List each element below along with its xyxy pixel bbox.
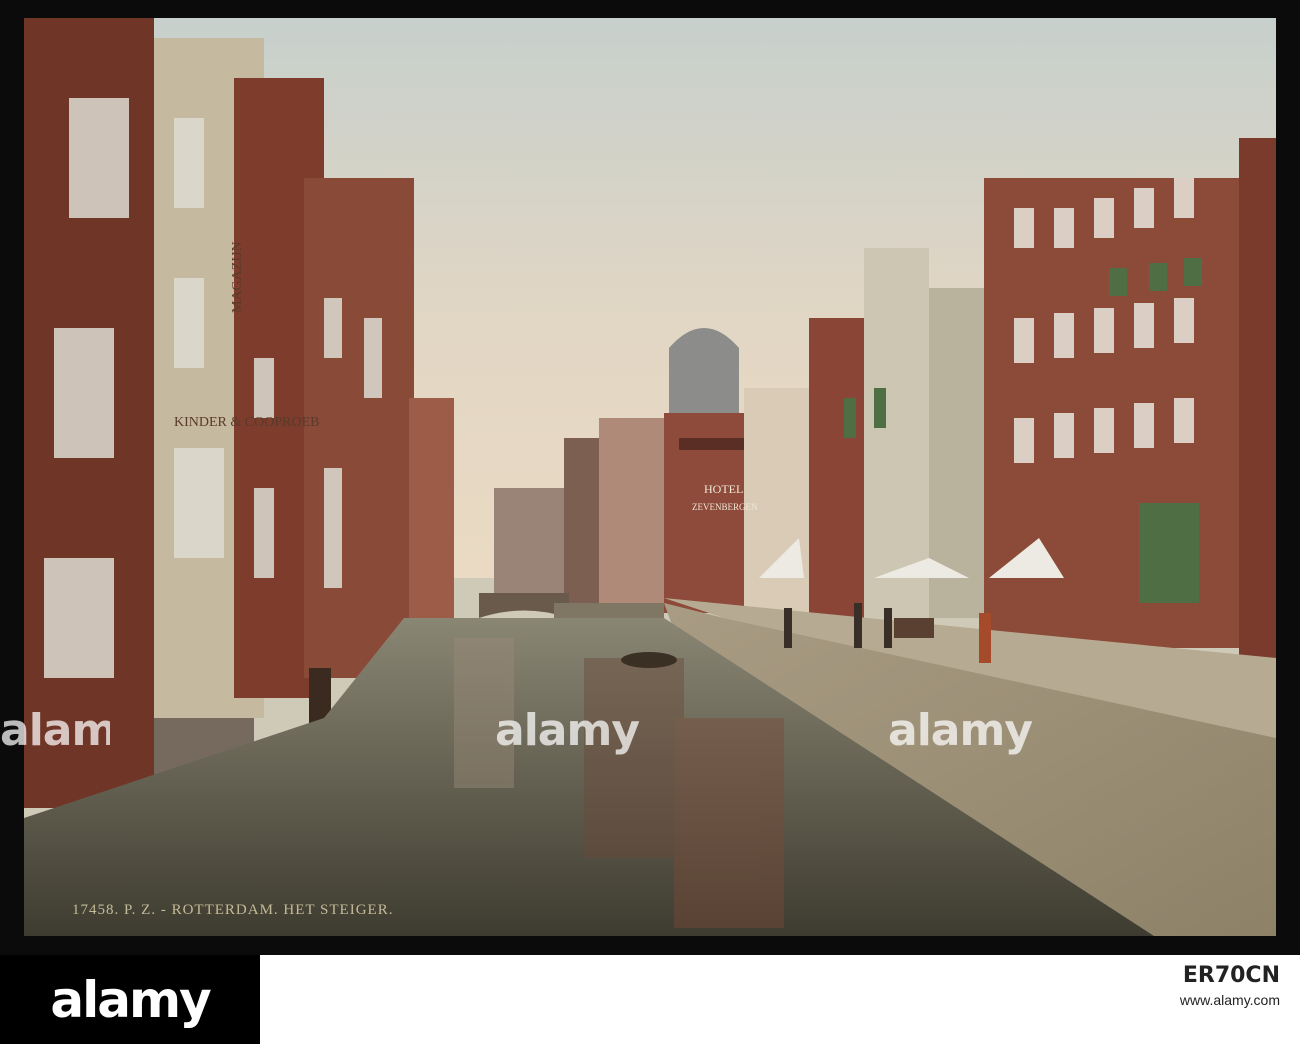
photo-caption: 17458. P. Z. - ROTTERDAM. HET STEIGER.: [72, 902, 394, 918]
image-id: ER70CN: [1182, 963, 1280, 988]
svg-text:MAGAZIJN: MAGAZIJN: [230, 241, 245, 313]
canal-scene: KINDER & COOPROEB MAGAZIJN HOTEL ZEVENBE…: [24, 18, 1276, 936]
boat: [621, 652, 677, 668]
alamy-logo[interactable]: alamy: [0, 955, 260, 1044]
stock-meta: ER70CN www.alamy.com: [1180, 963, 1280, 1008]
watermark-left: alamy: [0, 705, 110, 756]
watermark-right: alamy: [888, 705, 1033, 756]
canal-photograph: KINDER & COOPROEB MAGAZIJN HOTEL ZEVENBE…: [24, 18, 1276, 936]
hotel-sign: HOTEL: [704, 482, 743, 496]
svg-text:KINDER & COOPROEB: KINDER & COOPROEB: [174, 415, 319, 430]
hotel-name-sign: ZEVENBERGEN: [692, 502, 758, 512]
photo-frame: KINDER & COOPROEB MAGAZIJN HOTEL ZEVENBE…: [0, 0, 1300, 955]
stock-url[interactable]: www.alamy.com: [1180, 992, 1280, 1008]
watermark-center: alamy: [495, 705, 640, 756]
stock-info-strip: alamy ER70CN www.alamy.com: [0, 955, 1300, 1044]
